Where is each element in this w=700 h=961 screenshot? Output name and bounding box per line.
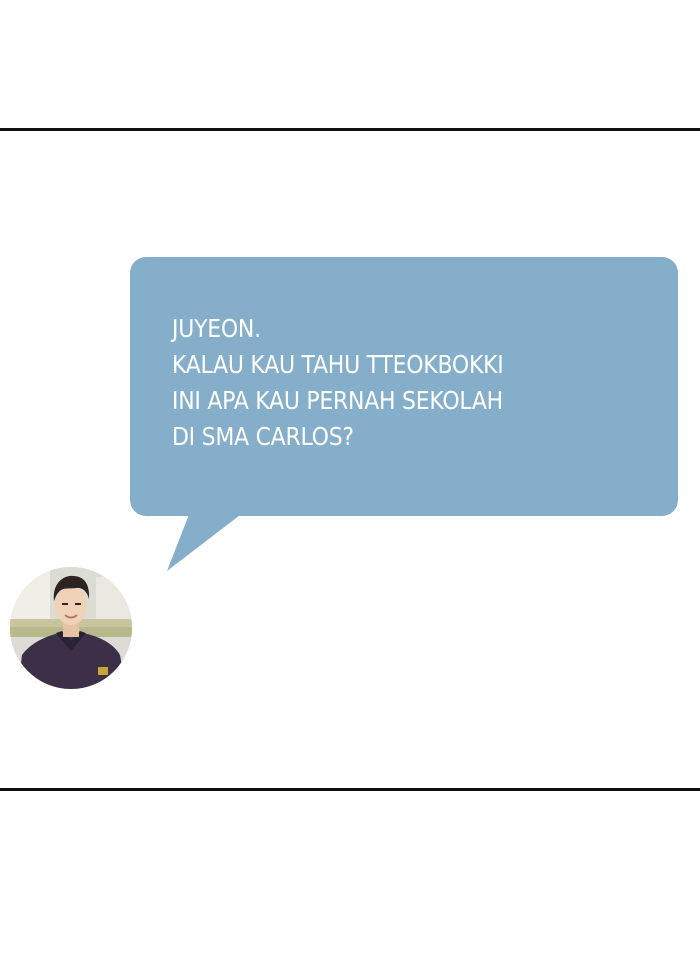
dialogue-text: JUYEON. KALAU KAU TAHU TTEOKBOKKI INI AP… (172, 311, 594, 455)
dialogue-line: JUYEON. (172, 314, 261, 343)
panel-border-bottom (0, 788, 700, 791)
character-portrait-icon (10, 567, 132, 689)
speaker-avatar (10, 567, 132, 689)
dialogue-line: DI SMA CARLOS? (172, 422, 354, 451)
speech-bubble: JUYEON. KALAU KAU TAHU TTEOKBOKKI INI AP… (130, 257, 678, 516)
dialogue-line: KALAU KAU TAHU TTEOKBOKKI (172, 350, 504, 379)
dialogue-line: INI APA KAU PERNAH SEKOLAH (172, 386, 503, 415)
panel-border-top (0, 128, 700, 131)
